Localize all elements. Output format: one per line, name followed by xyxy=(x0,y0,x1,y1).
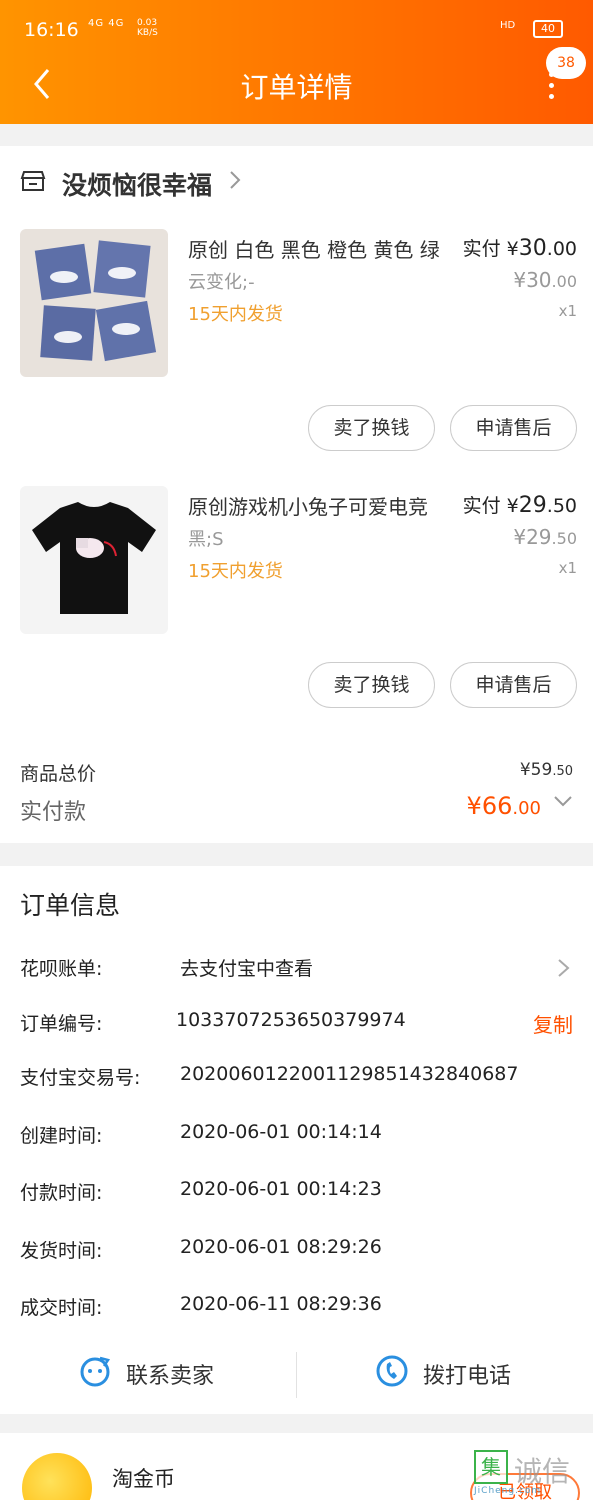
tshirt-image xyxy=(32,502,156,614)
row-label: 成交时间: xyxy=(20,1297,103,1319)
row-value: 2020-06-01 00:14:23 xyxy=(180,1178,382,1200)
hd-indicator: HD xyxy=(500,20,516,31)
section-title: 订单信息 xyxy=(20,891,121,920)
network-speed: 0.03 KB/S xyxy=(137,18,158,38)
product-sku: 云变化;- xyxy=(188,272,255,293)
copy-button[interactable]: 复制 xyxy=(533,1009,573,1038)
more-dot-icon xyxy=(548,83,554,88)
status-time: 16:16 xyxy=(24,19,79,41)
created-time-row: 创建时间: 2020-06-01 00:14:14 xyxy=(20,1121,580,1151)
product-image[interactable] xyxy=(20,486,168,634)
product-image[interactable] xyxy=(20,229,168,377)
chevron-right-icon xyxy=(228,168,242,198)
battery-icon: 40 xyxy=(533,20,563,38)
product-title[interactable]: 原创 白色 黑色 橙色 黄色 绿 xyxy=(188,234,440,263)
shipping-note: 15天内发货 xyxy=(188,561,283,582)
more-dot-icon xyxy=(548,94,554,99)
item-paid-price: 实付 ¥29.50 xyxy=(462,493,577,518)
goods-total-label: 商品总价 xyxy=(20,763,97,785)
divider xyxy=(296,1352,297,1398)
item-original-price: ¥30.00 xyxy=(513,268,577,292)
network-indicator: 4G 4G xyxy=(88,18,125,29)
shipped-time-row: 发货时间: 2020-06-01 08:29:26 xyxy=(20,1236,580,1266)
row-value: 2020-06-11 08:29:36 xyxy=(180,1293,382,1315)
watermark-sub: JiCheng.com xyxy=(474,1486,542,1496)
row-label: 支付宝交易号: xyxy=(20,1067,141,1089)
alipay-trade-row: 支付宝交易号: 2020060122001129851432840687 xyxy=(20,1063,580,1093)
goods-total-value: ¥59.50 xyxy=(519,760,573,780)
item-quantity: x1 xyxy=(558,302,577,320)
row-value: 1033707253650379974 xyxy=(176,1009,406,1031)
watermark-text: 诚信 xyxy=(514,1455,571,1488)
huabei-bill-row[interactable]: 花呗账单: 去支付宝中查看 xyxy=(20,954,580,984)
app-header: 16:16 4G 4G 0.03 KB/S HD 40 订单详情 38 xyxy=(0,0,593,124)
order-info-card: 订单信息 花呗账单: 去支付宝中查看 订单编号: 103370725365037… xyxy=(0,866,593,1414)
contact-seller-button[interactable]: 联系卖家 xyxy=(78,1350,248,1400)
order-number-row: 订单编号: 1033707253650379974 xyxy=(20,1009,580,1039)
order-items-card: 没烦恼很幸福 原创 白色 黑色 橙色 黄色 绿 云变化;- 15天内发货 实付 … xyxy=(0,146,593,843)
shipping-note: 15天内发货 xyxy=(188,304,283,325)
sell-for-cash-button[interactable]: 卖了换钱 xyxy=(308,662,435,708)
call-phone-button[interactable]: 拨打电话 xyxy=(375,1350,545,1400)
row-value: 2020060122001129851432840687 xyxy=(180,1063,519,1085)
row-label: 发货时间: xyxy=(20,1240,103,1262)
product-sku: 黑;S xyxy=(188,529,224,550)
row-value: 去支付宝中查看 xyxy=(180,958,314,980)
cloud-postcards-image xyxy=(34,240,157,362)
item-quantity: x1 xyxy=(558,559,577,577)
chat-face-icon xyxy=(80,1356,111,1387)
row-value: 2020-06-01 08:29:26 xyxy=(180,1236,382,1258)
chevron-right-icon xyxy=(558,959,570,977)
phone-icon xyxy=(376,1355,408,1387)
row-value: 2020-06-01 00:14:14 xyxy=(180,1121,382,1143)
paid-amount-label: 实付款 xyxy=(20,800,87,825)
product-title[interactable]: 原创游戏机小兔子可爱电竞 xyxy=(188,491,428,520)
paid-amount-value: ¥66.00 xyxy=(466,792,541,820)
after-sales-button[interactable]: 申请售后 xyxy=(450,662,577,708)
shop-name: 没烦恼很幸福 xyxy=(62,171,213,200)
coin-label: 淘金币 xyxy=(112,1467,175,1491)
item-original-price: ¥29.50 xyxy=(513,525,577,549)
row-label: 创建时间: xyxy=(20,1125,103,1147)
watermark-logo: 集 xyxy=(474,1450,508,1484)
call-phone-label: 拨打电话 xyxy=(423,1364,512,1389)
page-title: 订单详情 xyxy=(240,71,353,104)
chevron-down-icon[interactable] xyxy=(552,790,574,812)
site-watermark: 集 诚信 JiCheng.com xyxy=(474,1450,586,1500)
paid-time-row: 付款时间: 2020-06-01 00:14:23 xyxy=(20,1178,580,1208)
contact-seller-label: 联系卖家 xyxy=(126,1364,215,1389)
completed-time-row: 成交时间: 2020-06-11 08:29:36 xyxy=(20,1293,580,1323)
row-label: 订单编号: xyxy=(20,1013,103,1035)
row-label: 花呗账单: xyxy=(20,958,103,980)
item-paid-price: 实付 ¥30.00 xyxy=(462,236,577,261)
status-bar: 16:16 4G 4G 0.03 KB/S HD 40 xyxy=(0,0,593,56)
after-sales-button[interactable]: 申请售后 xyxy=(450,405,577,451)
sell-for-cash-button[interactable]: 卖了换钱 xyxy=(308,405,435,451)
row-label: 付款时间: xyxy=(20,1182,103,1204)
store-icon xyxy=(20,171,46,191)
coin-icon xyxy=(22,1453,92,1500)
message-badge: 38 xyxy=(546,47,586,79)
